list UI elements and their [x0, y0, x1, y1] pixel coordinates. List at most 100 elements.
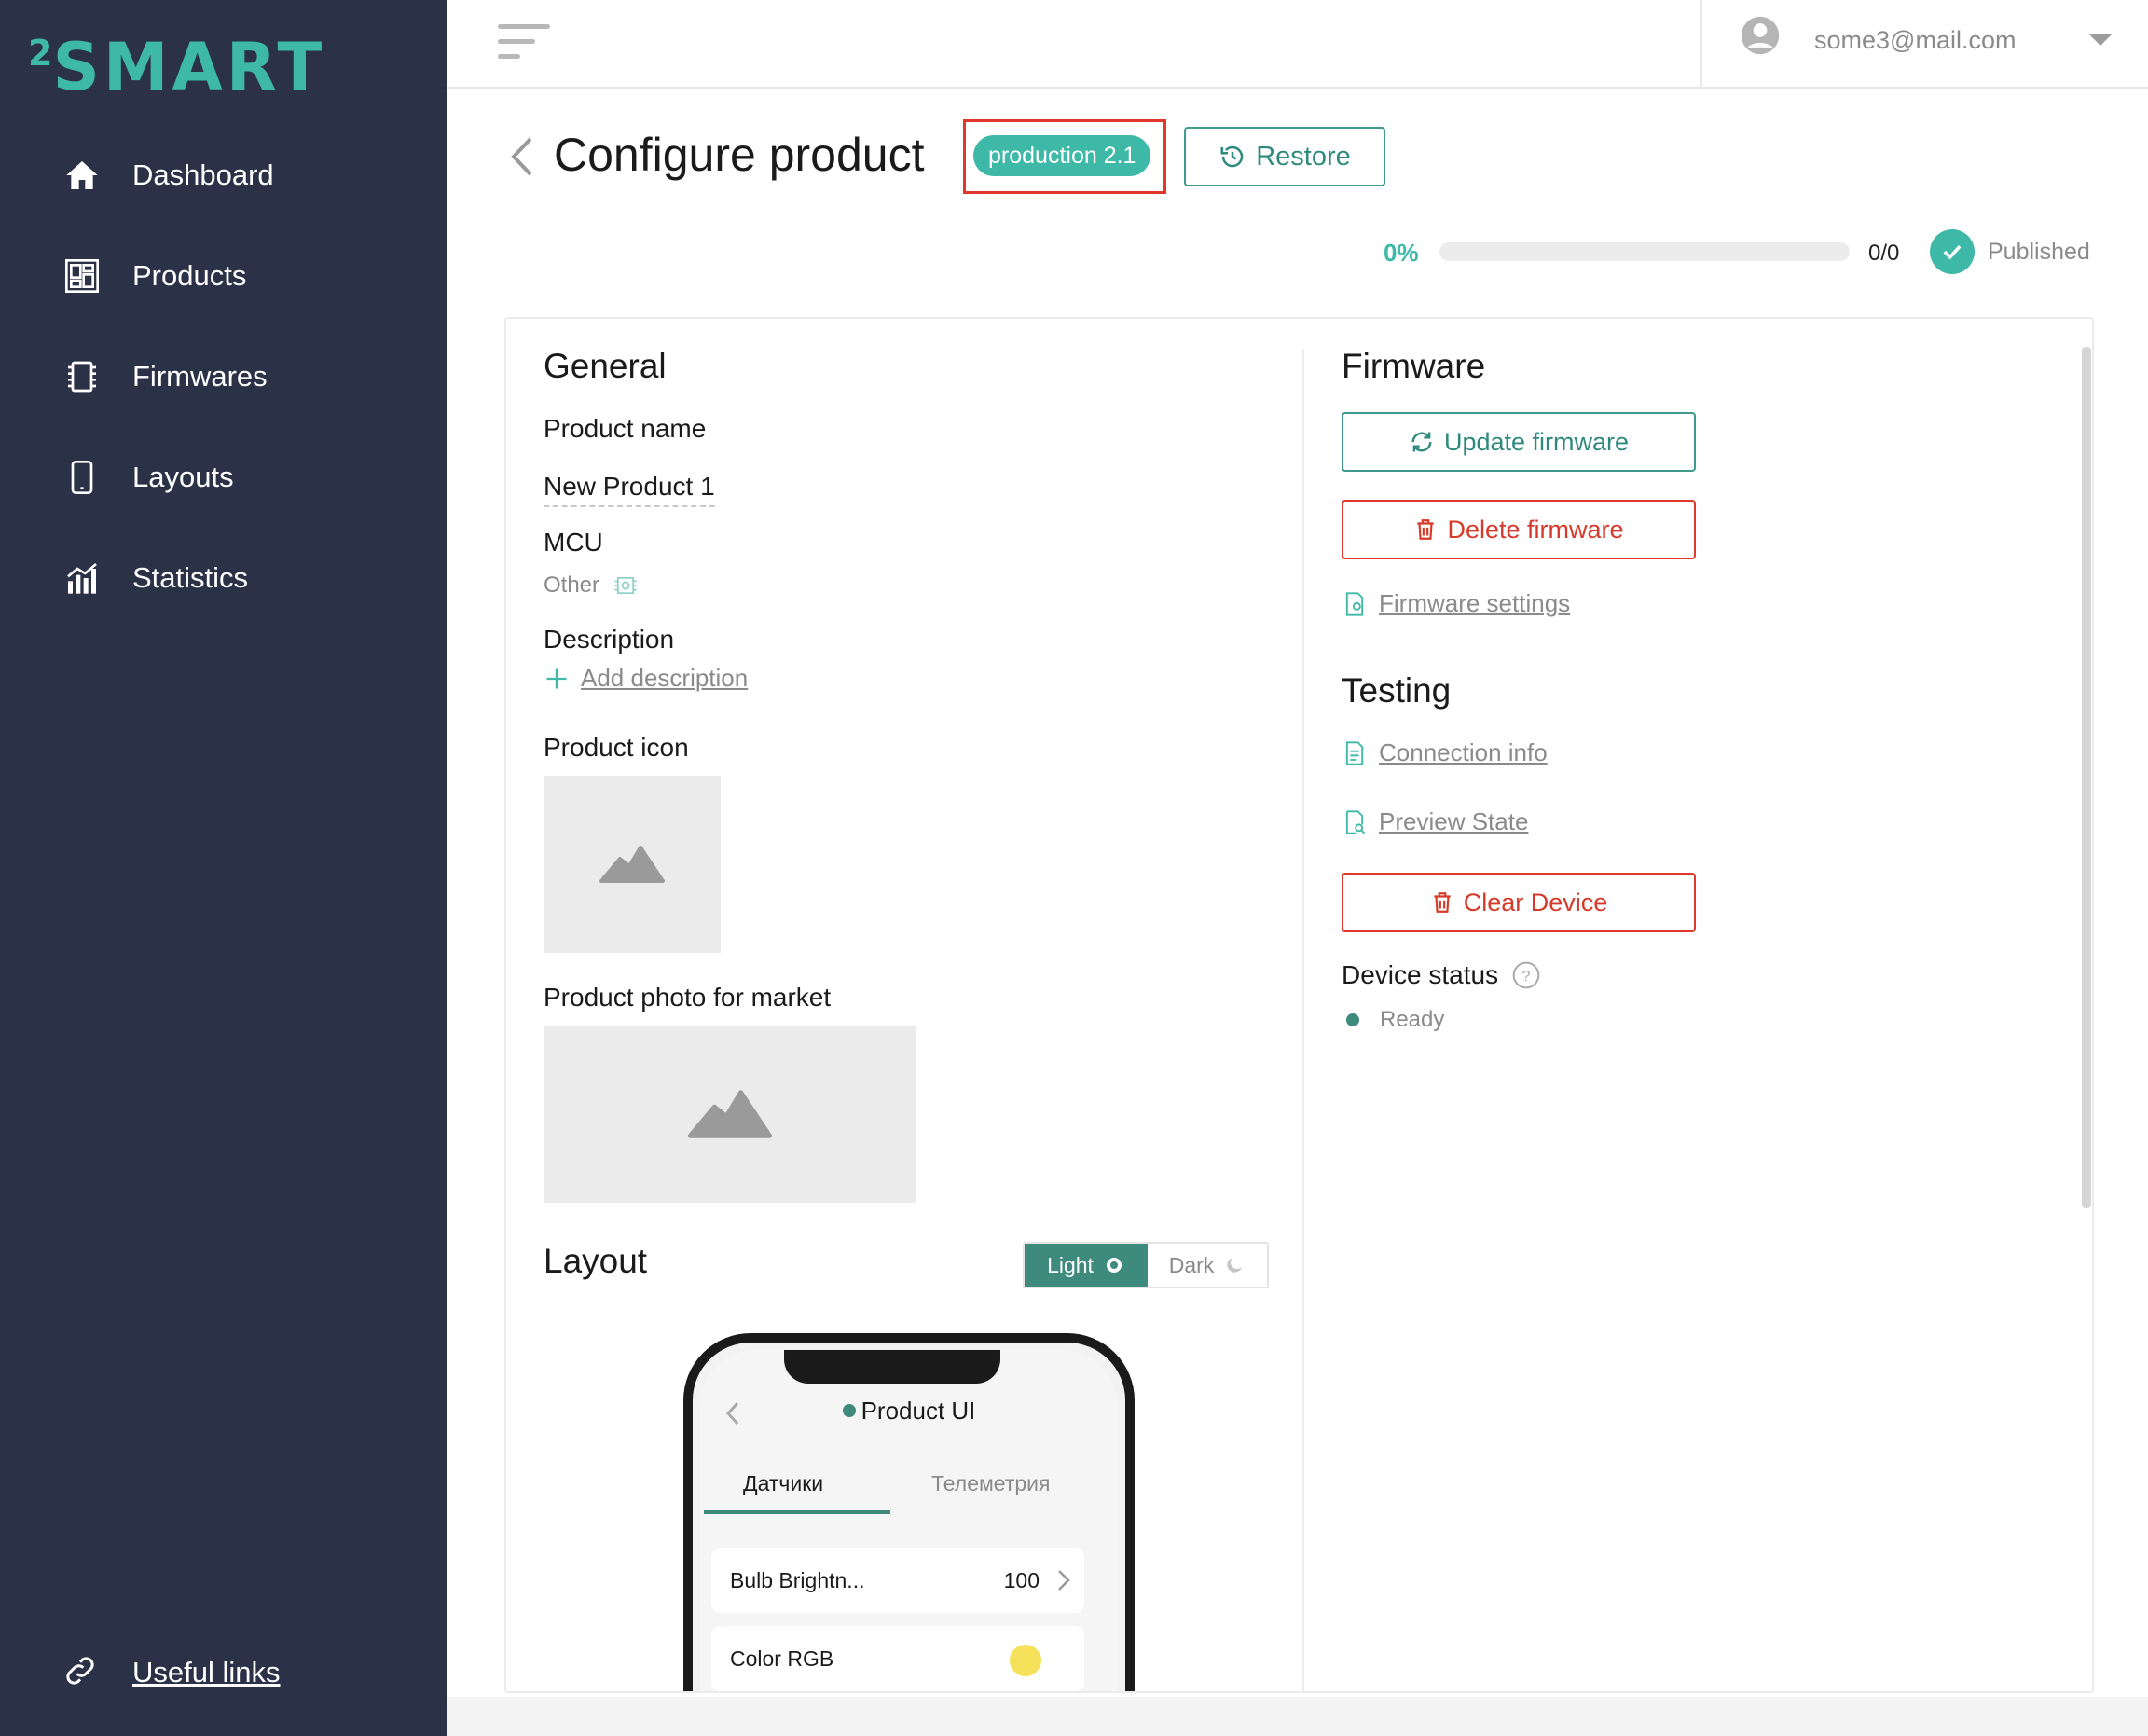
mcu-value: Other [544, 572, 639, 599]
sidebar-item-products[interactable]: Products [62, 248, 246, 304]
add-description-link[interactable]: Add description [544, 664, 748, 693]
clear-device-button[interactable]: Clear Device [1342, 873, 1696, 932]
sidebar-item-firmwares[interactable]: Firmwares [62, 349, 268, 405]
chart-icon [62, 558, 103, 599]
trash-icon [1434, 892, 1451, 913]
sidebar-item-label: Layouts [132, 461, 234, 493]
product-icon-label: Product icon [544, 733, 689, 762]
scrollbar[interactable] [2082, 347, 2091, 1208]
sidebar-item-label: Firmwares [132, 360, 268, 393]
image-placeholder-icon [599, 846, 665, 883]
chevron-right-icon [1058, 1570, 1070, 1591]
chevron-down-icon[interactable] [2088, 34, 2113, 46]
mcu-value-text: Other [544, 572, 600, 598]
top-header: some3@mail.com [448, 0, 2148, 89]
user-avatar-icon [1741, 16, 1780, 55]
image-placeholder-icon [688, 1090, 772, 1138]
column-divider [1302, 349, 1304, 1691]
mcu-chip-icon[interactable] [613, 572, 639, 599]
online-dot-icon [842, 1404, 856, 1417]
product-name-label: Product name [544, 414, 707, 443]
svg-text:?: ? [1522, 969, 1531, 985]
connection-info-label: Connection info [1379, 738, 1548, 766]
sidebar-item-label: Products [132, 259, 247, 292]
check-icon [1930, 229, 1975, 274]
phone-tab-telemetry[interactable]: Телеметрия [931, 1471, 1050, 1496]
refresh-icon [1411, 432, 1432, 452]
restore-label: Restore [1256, 141, 1351, 172]
color-swatch [1010, 1645, 1041, 1676]
delete-firmware-button[interactable]: Delete firmware [1342, 500, 1696, 559]
help-icon[interactable]: ? [1511, 960, 1541, 990]
sidebar-item-statistics[interactable]: Statistics [62, 550, 248, 606]
plus-icon [546, 668, 567, 688]
logo[interactable]: 2SMART [28, 21, 325, 100]
useful-links[interactable]: Useful links [62, 1652, 281, 1693]
testing-title: Testing [1342, 671, 1452, 710]
mcu-label: MCU [544, 528, 603, 557]
chip-icon [62, 356, 103, 397]
firmware-settings-label: Firmware settings [1379, 589, 1571, 617]
theme-dark-button[interactable]: Dark [1148, 1244, 1267, 1287]
version-badge[interactable]: production 2.1 [973, 135, 1151, 176]
theme-light-button[interactable]: Light [1025, 1244, 1148, 1287]
version-highlight: production 2.1 [963, 119, 1166, 194]
bottom-strip [448, 1697, 2148, 1736]
device-status-label: Device status ? [1342, 960, 1541, 990]
delete-firmware-label: Delete firmware [1447, 515, 1624, 544]
theme-toggle: Light Dark [1023, 1242, 1269, 1288]
sidebar-item-dashboard[interactable]: Dashboard [62, 147, 274, 203]
home-icon [62, 155, 103, 196]
sidebar-item-layouts[interactable]: Layouts [62, 449, 234, 505]
menu-toggle-icon[interactable] [498, 24, 550, 62]
user-email: some3@mail.com [1814, 26, 2017, 54]
list-item[interactable]: Color RGB [711, 1626, 1084, 1691]
phone-tab-sensors[interactable]: Датчики [743, 1471, 823, 1496]
device-status-text: Device status [1342, 960, 1499, 989]
sidebar: 2SMART Dashboard Products Firmwares Layo… [0, 0, 448, 1736]
trash-icon [1417, 519, 1435, 540]
list-item[interactable]: Bulb Brightn... 100 [711, 1548, 1084, 1613]
update-firmware-label: Update firmware [1443, 427, 1630, 456]
restore-button[interactable]: Restore [1184, 127, 1385, 186]
product-icon-upload[interactable] [544, 776, 721, 953]
phone-notch [784, 1350, 1000, 1384]
connection-info-link[interactable]: Connection info [1342, 738, 1548, 767]
progress-count: 0/0 [1868, 241, 1900, 266]
firmware-title: Firmware [1342, 347, 1486, 385]
back-icon[interactable] [508, 135, 536, 178]
sidebar-item-label: Dashboard [132, 158, 274, 191]
device-status-value-text: Ready [1380, 1007, 1445, 1032]
row-label: Color RGB [730, 1646, 834, 1671]
page-title: Configure product [554, 129, 925, 181]
status-dot-icon [1346, 1013, 1359, 1026]
phone-preview: Product UI Датчики Телеметрия Bulb Brigh… [683, 1333, 1135, 1691]
moon-icon [1227, 1258, 1243, 1273]
restore-icon [1220, 145, 1244, 168]
general-title: General [544, 347, 667, 385]
product-photo-upload[interactable] [544, 1026, 916, 1203]
row-value: 100 [1003, 1568, 1040, 1592]
preview-state-label: Preview State [1379, 807, 1529, 835]
phone-title-text: Product UI [861, 1397, 976, 1425]
theme-dark-label: Dark [1168, 1252, 1215, 1277]
user-menu[interactable]: some3@mail.com [1700, 0, 2148, 87]
row-label: Bulb Brightn... [730, 1568, 865, 1592]
phone-screen: Product UI Датчики Телеметрия Bulb Brigh… [700, 1350, 1118, 1691]
sidebar-item-label: Statistics [132, 561, 249, 594]
status-text: Published [1988, 239, 2090, 265]
useful-links-label: Useful links [132, 1656, 281, 1688]
phone-icon [62, 457, 103, 498]
products-icon [62, 255, 103, 296]
description-label: Description [544, 625, 675, 654]
doc-search-icon [1345, 809, 1366, 834]
settings-doc-icon [1345, 591, 1364, 616]
document-icon [1345, 740, 1364, 765]
layout-title: Layout [544, 1242, 648, 1280]
sun-icon [1106, 1258, 1122, 1273]
update-firmware-button[interactable]: Update firmware [1342, 412, 1696, 472]
product-name-field[interactable]: New Product 1 [544, 472, 715, 507]
preview-state-link[interactable]: Preview State [1342, 807, 1528, 836]
progress-percent: 0% [1384, 239, 1419, 267]
firmware-settings-link[interactable]: Firmware settings [1342, 589, 1570, 618]
